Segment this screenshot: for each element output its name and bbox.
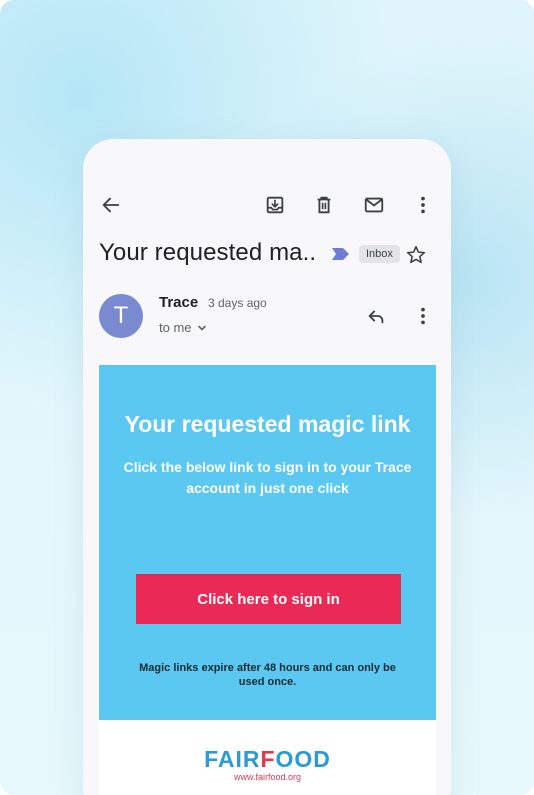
sender-name: Trace [159, 294, 199, 311]
recipient-details-toggle[interactable]: to me [159, 320, 208, 335]
email-subheading: Click the below link to sign in to your … [123, 459, 412, 496]
star-button[interactable] [404, 243, 428, 267]
timestamp: 3 days ago [208, 296, 267, 310]
delete-button[interactable] [312, 193, 336, 217]
reply-button[interactable] [364, 304, 388, 328]
fairfood-logo: FAIRFOOD [204, 746, 331, 772]
email-footer: FAIRFOOD www.fairfood.org [99, 720, 436, 795]
mail-icon [364, 197, 384, 213]
message-more-button[interactable] [411, 304, 435, 328]
archive-button[interactable] [263, 193, 287, 217]
inbox-label-badge[interactable]: Inbox [359, 245, 400, 263]
more-vert-icon [421, 307, 425, 325]
expiry-note: Magic links expire after 48 hours and ca… [139, 662, 396, 688]
mark-unread-button[interactable] [362, 193, 386, 217]
more-vert-icon [421, 196, 425, 214]
background: Your requested ma.. Inbox T Trace 3 days… [0, 0, 534, 795]
star-outline-icon [406, 245, 426, 264]
arrow-left-icon [102, 197, 120, 213]
back-button[interactable] [99, 193, 123, 217]
avatar[interactable]: T [99, 294, 143, 338]
sign-in-button[interactable]: Click here to sign in [136, 574, 401, 624]
label-chevron-icon [332, 248, 349, 260]
chevron-down-icon [197, 325, 206, 331]
reply-icon [368, 310, 384, 324]
more-options-button[interactable] [411, 193, 435, 217]
archive-icon [266, 196, 284, 214]
fairfood-url[interactable]: www.fairfood.org [99, 772, 436, 782]
trash-icon [317, 196, 331, 214]
recipient-label: to me [159, 320, 192, 335]
email-subject: Your requested ma.. [99, 239, 317, 266]
phone-frame: Your requested ma.. Inbox T Trace 3 days… [83, 139, 451, 795]
email-body: Your requested magic link Click the belo… [99, 365, 436, 720]
email-heading: Your requested magic link [124, 411, 411, 437]
